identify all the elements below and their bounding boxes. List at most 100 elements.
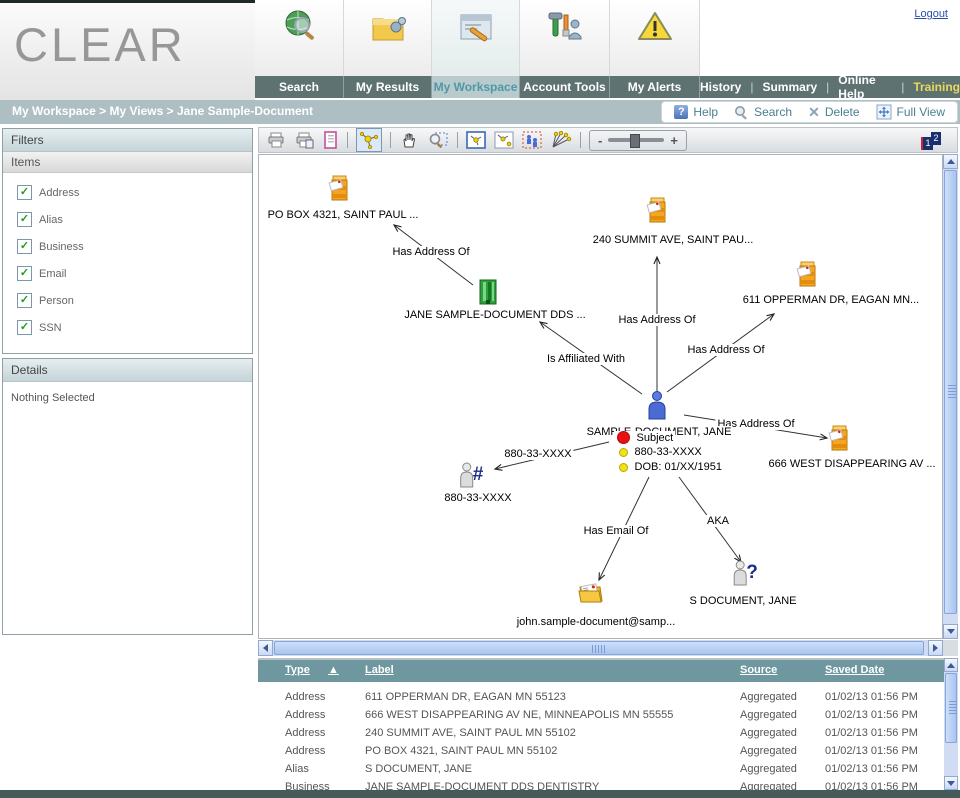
node-label-address-west666[interactable]: 666 WEST DISAPPEARING AV ... bbox=[767, 458, 936, 470]
tab-my-workspace[interactable]: My Workspace bbox=[432, 0, 520, 100]
search-globe-icon bbox=[255, 0, 344, 76]
tab-search[interactable]: Search bbox=[255, 0, 344, 100]
checkbox-email[interactable]: ✓ bbox=[17, 266, 32, 281]
link-separator: | bbox=[826, 80, 829, 94]
search-button[interactable]: Search bbox=[734, 105, 792, 120]
node-attribute-0: Subject bbox=[614, 431, 675, 444]
tab-my-alerts[interactable]: My Alerts bbox=[610, 0, 700, 100]
canvas-hscroll-thumb[interactable] bbox=[274, 641, 924, 655]
table-cell: 240 SUMMIT AVE, SAINT PAUL MN 55102 bbox=[365, 727, 576, 739]
fit-to-window-icon[interactable] bbox=[466, 131, 486, 149]
table-scroll-up-button[interactable] bbox=[944, 658, 958, 672]
address-node-icon-address-summit[interactable] bbox=[645, 195, 669, 225]
edge-label-7: AKA bbox=[705, 515, 731, 527]
filters-panel-title: Filters bbox=[3, 129, 252, 152]
column-header-saved-date[interactable]: Saved Date bbox=[825, 664, 884, 676]
table-row[interactable]: BusinessJANE SAMPLE-DOCUMENT DDS DENTIST… bbox=[258, 778, 944, 790]
canvas-horizontal-scrollbar[interactable] bbox=[258, 640, 943, 656]
fit-selection-icon[interactable] bbox=[494, 131, 514, 149]
application-window: CLEAR Search My Results My Workspace Acc… bbox=[0, 0, 960, 798]
sort-ascending-icon: ▲ bbox=[328, 664, 339, 676]
node-label-alias-sdocument[interactable]: S DOCUMENT, JANE bbox=[689, 595, 798, 607]
zoom-slider-track[interactable] bbox=[608, 138, 664, 142]
checkbox-ssn[interactable]: ✓ bbox=[17, 320, 32, 335]
zoom-in-button[interactable]: + bbox=[670, 133, 678, 148]
tab-my-results[interactable]: My Results bbox=[344, 0, 432, 100]
scroll-right-button[interactable] bbox=[928, 640, 943, 656]
ssn-node-icon-ssn-880[interactable]: # bbox=[459, 462, 484, 488]
alias-node-icon-alias-sdocument[interactable]: ? bbox=[732, 560, 758, 586]
link-training[interactable]: Training bbox=[913, 80, 960, 94]
table-cell: Aggregated bbox=[740, 709, 797, 721]
logout-link[interactable]: Logout bbox=[914, 8, 948, 20]
radial-layout-icon[interactable] bbox=[550, 131, 572, 149]
column-header-source[interactable]: Source bbox=[740, 664, 777, 676]
scroll-up-button[interactable] bbox=[943, 154, 958, 169]
table-cell: 01/02/13 01:56 PM bbox=[825, 691, 918, 703]
pan-hand-icon[interactable] bbox=[399, 131, 419, 149]
email-node-icon-email-john[interactable] bbox=[577, 581, 605, 605]
address-node-icon-address-pobox[interactable] bbox=[327, 173, 351, 203]
link-history[interactable]: History bbox=[700, 80, 741, 94]
node-label-address-pobox[interactable]: PO BOX 4321, SAINT PAUL ... bbox=[267, 209, 420, 221]
node-label-address-summit[interactable]: 240 SUMMIT AVE, SAINT PAU... bbox=[592, 234, 755, 246]
zoom-out-button[interactable]: - bbox=[598, 133, 602, 148]
table-cell: S DOCUMENT, JANE bbox=[365, 763, 472, 775]
node-label-ssn-880[interactable]: 880-33-XXXX bbox=[443, 492, 512, 504]
account-tools-icon bbox=[520, 0, 610, 76]
table-row[interactable]: Address240 SUMMIT AVE, SAINT PAUL MN 551… bbox=[258, 724, 944, 742]
logo-area: CLEAR bbox=[0, 0, 255, 103]
checkbox-address[interactable]: ✓ bbox=[17, 185, 32, 200]
export-report-icon[interactable] bbox=[323, 131, 339, 149]
checkbox-person[interactable]: ✓ bbox=[17, 293, 32, 308]
business-node-icon-business-dds[interactable] bbox=[476, 278, 500, 306]
delete-button-label: Delete bbox=[825, 105, 860, 119]
table-row[interactable]: Address611 OPPERMAN DR, EAGAN MN 55123Ag… bbox=[258, 688, 944, 706]
scroll-down-button[interactable] bbox=[943, 624, 958, 639]
print-preview-icon[interactable] bbox=[295, 131, 315, 149]
checkbox-business[interactable]: ✓ bbox=[17, 239, 32, 254]
link-online-help[interactable]: Online Help bbox=[838, 73, 892, 101]
address-node-icon-address-west666[interactable] bbox=[827, 423, 851, 453]
column-header-type[interactable]: Type bbox=[285, 664, 310, 676]
table-vertical-scrollbar[interactable] bbox=[944, 658, 958, 790]
tab-account-tools[interactable]: Account Tools bbox=[520, 0, 610, 100]
search-icon bbox=[734, 105, 749, 120]
table-row[interactable]: AliasS DOCUMENT, JANEAggregated01/02/13 … bbox=[258, 760, 944, 778]
address-node-icon-address-opperman[interactable] bbox=[795, 259, 819, 289]
person-node-icon-person-subject[interactable] bbox=[646, 390, 668, 420]
graph-canvas[interactable]: Has Address OfHas Address OfHas Address … bbox=[258, 154, 943, 639]
table-scroll-down-button[interactable] bbox=[944, 776, 958, 790]
link-select-tool-icon[interactable] bbox=[356, 128, 382, 152]
table-cell: Aggregated bbox=[740, 727, 797, 739]
node-label-address-opperman[interactable]: 611 OPPERMAN DR, EAGAN MN... bbox=[742, 294, 920, 306]
canvas-vertical-scrollbar[interactable] bbox=[943, 154, 958, 639]
table-row[interactable]: AddressPO BOX 4321, SAINT PAUL MN 55102A… bbox=[258, 742, 944, 760]
table-cell: Aggregated bbox=[740, 781, 797, 790]
select-related-icon[interactable] bbox=[522, 131, 542, 149]
attribute-dot-icon bbox=[619, 448, 628, 457]
table-header: Type ▲ Label Source Saved Date bbox=[258, 660, 944, 682]
table-vscroll-thumb[interactable] bbox=[945, 673, 957, 743]
print-icon[interactable] bbox=[267, 131, 287, 149]
table-row[interactable]: Address666 WEST DISAPPEARING AV NE, MINN… bbox=[258, 706, 944, 724]
link-summary[interactable]: Summary bbox=[762, 80, 817, 94]
scroll-left-button[interactable] bbox=[258, 640, 273, 656]
canvas-vscroll-thumb[interactable] bbox=[944, 170, 957, 614]
pane-toggle-icon[interactable]: 1 2 bbox=[921, 131, 943, 151]
toolbar-separator bbox=[390, 132, 391, 148]
node-label-email-john[interactable]: john.sample-document@samp... bbox=[516, 616, 677, 628]
help-button[interactable]: ? Help bbox=[674, 105, 718, 119]
table-cell: Aggregated bbox=[740, 745, 797, 757]
column-header-label[interactable]: Label bbox=[365, 664, 394, 676]
delete-button[interactable]: ✕ Delete bbox=[808, 104, 859, 121]
zoom-slider-thumb[interactable] bbox=[630, 134, 640, 148]
details-panel-title: Details bbox=[3, 359, 252, 382]
checkbox-alias[interactable]: ✓ bbox=[17, 212, 32, 227]
full-view-button[interactable]: Full View bbox=[876, 104, 945, 120]
table-cell: Alias bbox=[285, 763, 309, 775]
node-label-business-dds[interactable]: JANE SAMPLE-DOCUMENT DDS ... bbox=[403, 309, 586, 321]
checkbox-label: Business bbox=[39, 241, 84, 253]
zoom-area-icon[interactable] bbox=[427, 131, 449, 149]
table-cell: Aggregated bbox=[740, 691, 797, 703]
